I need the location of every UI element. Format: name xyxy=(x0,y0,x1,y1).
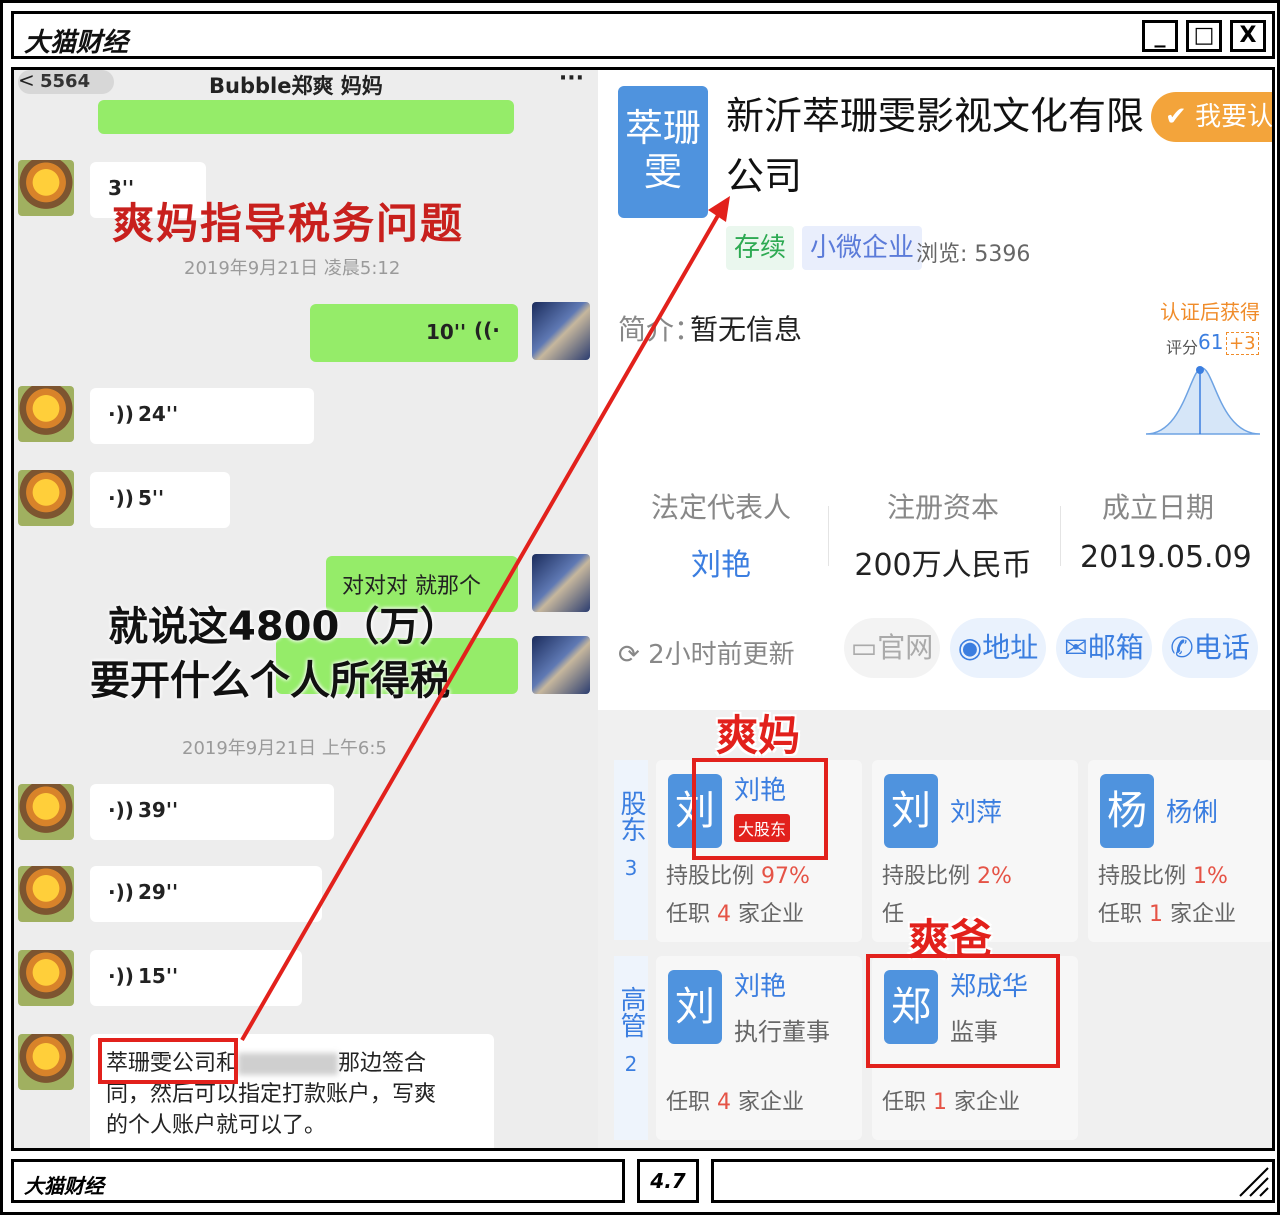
title-bar: 大猫财经 _ □ X xyxy=(11,11,1275,59)
window-frame: 大猫财经 _ □ X 5564 < Bubble郑爽 妈妈 ··· 3'' 爽妈… xyxy=(0,0,1280,1215)
footer-right xyxy=(711,1159,1275,1203)
footer-brand: 大猫财经 xyxy=(24,1174,104,1198)
resize-grip-icon[interactable] xyxy=(1236,1164,1270,1198)
rating: 4.7 xyxy=(637,1159,699,1203)
maximize-button[interactable]: □ xyxy=(1186,20,1222,52)
window-title: 大猫财经 xyxy=(24,28,129,58)
close-button[interactable]: X xyxy=(1230,20,1266,52)
minimize-button[interactable]: _ xyxy=(1142,20,1178,52)
footer-left: 大猫财经 xyxy=(11,1159,625,1203)
arrow-icon xyxy=(240,196,730,1041)
image-content: 5564 < Bubble郑爽 妈妈 ··· 3'' 爽妈指导税务问题 2019… xyxy=(11,67,1275,1151)
